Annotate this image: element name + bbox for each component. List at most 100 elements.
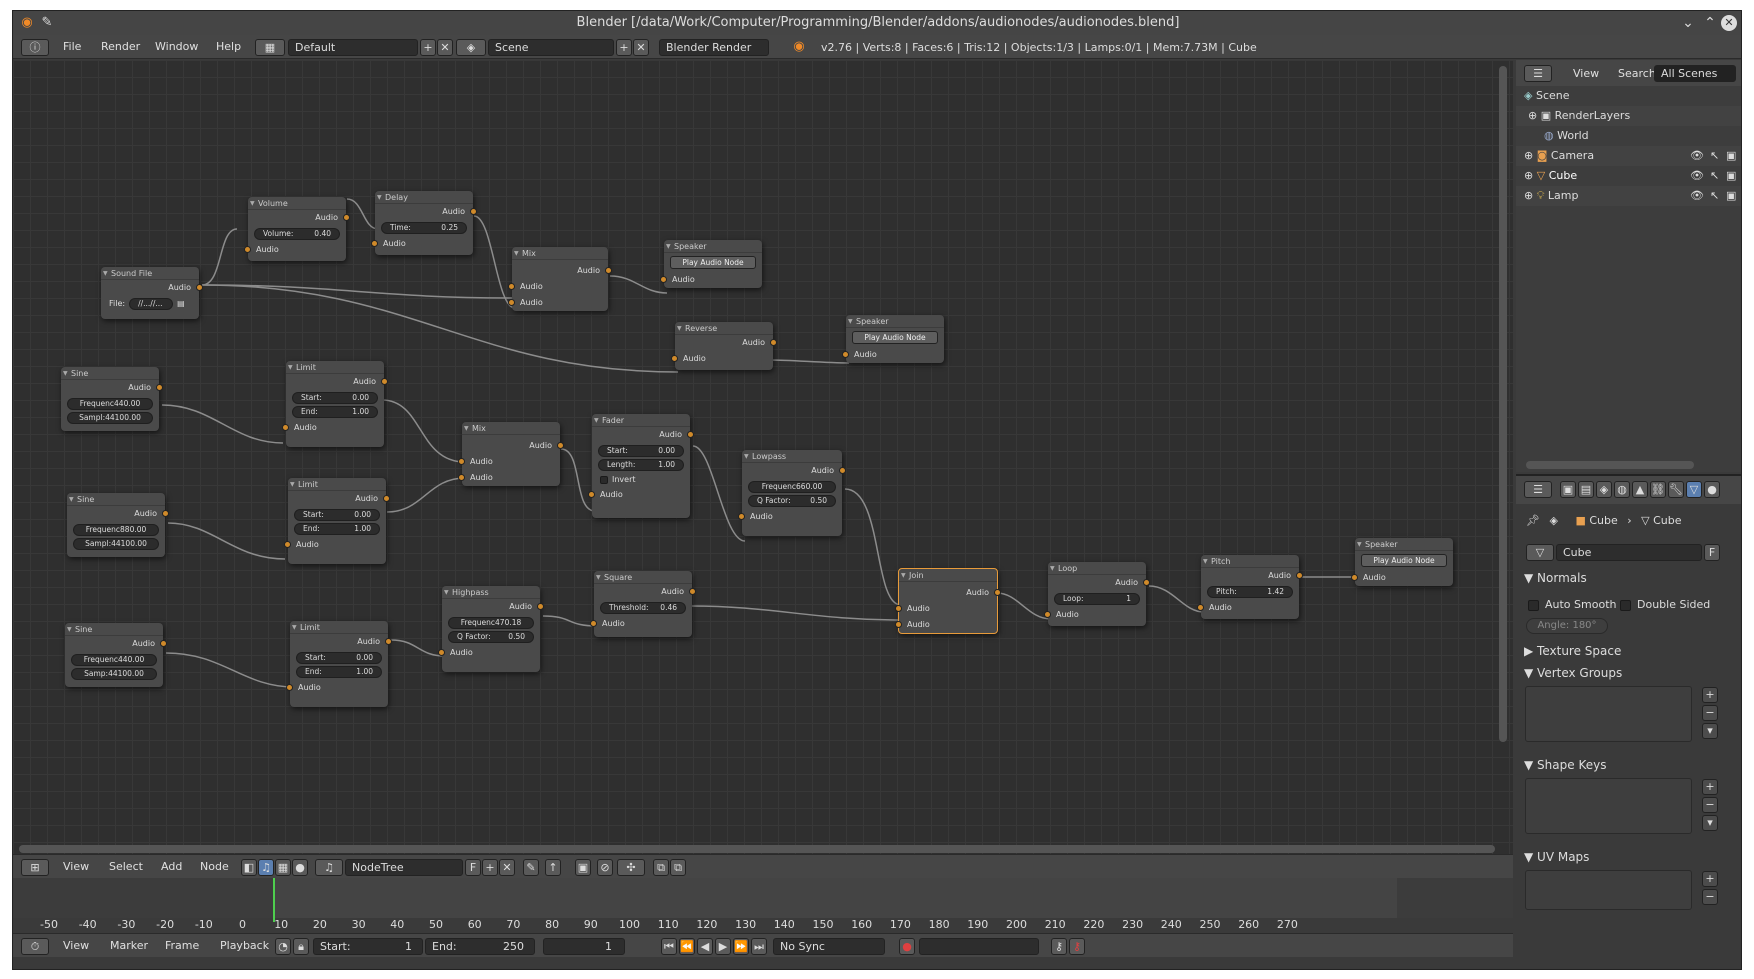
expand-icon[interactable]: ⊕	[1524, 189, 1533, 202]
node-tree-field[interactable]: NodeTree	[345, 859, 463, 876]
node-limit-3[interactable]: Limit Audio Start: 0.00 End: 1.00 Audio	[286, 621, 392, 707]
expand-icon[interactable]: ⊕	[1524, 169, 1533, 182]
node-speaker-3[interactable]: Speaker Play Audio Node Audio	[1351, 538, 1453, 586]
jump-keyframe-back-icon[interactable]: ⏪	[679, 938, 695, 955]
timeline-area[interactable]: -50 -40 -30 -20 -10 0 10 20 30 40 50 60 70 80 90 100 110…	[13, 878, 1513, 933]
node-delay[interactable]: Delay Audio Time: 0.25 Audio	[371, 191, 477, 255]
keying-set-field[interactable]	[919, 938, 1039, 955]
add-vertex-group-icon[interactable]: +	[1702, 687, 1718, 703]
shape-keys-panel-header[interactable]: ▼ Shape Keys	[1524, 758, 1606, 772]
frequency-field[interactable]: Frequenc880.00	[73, 524, 159, 536]
node-sine-2[interactable]: Sine Audio Frequenc880.00 Sampl:44100.00	[67, 493, 169, 557]
play-audio-node-button[interactable]: Play Audio Node	[670, 256, 756, 269]
menu-window[interactable]: Window	[155, 40, 198, 53]
menu-frame[interactable]: Frame	[165, 939, 199, 952]
output-socket[interactable]	[381, 378, 388, 385]
visibility-eye-icon[interactable]: 👁︎	[1690, 146, 1704, 166]
snap-icon[interactable]: ⊘	[597, 859, 613, 876]
checkbox-box[interactable]	[1620, 599, 1631, 611]
play-icon[interactable]: ▶	[715, 938, 731, 955]
render-layers-tab-icon[interactable]: ▤	[1578, 481, 1594, 498]
shader-tree-icon[interactable]: ◧	[241, 859, 257, 876]
expand-icon[interactable]: ⊕	[1528, 109, 1537, 122]
outliner-item-scene[interactable]: ◈ Scene	[1516, 86, 1741, 106]
start-frame-field[interactable]: Start: 1	[313, 938, 423, 955]
menu-help[interactable]: Help	[216, 40, 241, 53]
sample-rate-field[interactable]: Sampl:44100.00	[73, 538, 159, 550]
node-pitch[interactable]: Pitch Audio Pitch: 1.42 Audio	[1197, 555, 1303, 619]
screen-layout-icon[interactable]: ▦	[255, 39, 285, 56]
render-camera-icon[interactable]: ▣	[1726, 166, 1736, 186]
parent-tree-icon[interactable]: ↑	[545, 859, 561, 876]
render-camera-icon[interactable]: ▣	[1726, 186, 1736, 206]
input-socket[interactable]	[458, 458, 465, 465]
display-mode-dropdown[interactable]: All Scenes	[1654, 65, 1736, 82]
menu-view[interactable]: View	[63, 860, 89, 873]
preview-range-icon[interactable]: ◔	[275, 938, 291, 955]
visibility-eye-icon[interactable]: 👁︎	[1690, 166, 1704, 186]
node-square[interactable]: Square Audio Threshold: 0.46 Audio	[590, 571, 696, 637]
expand-icon[interactable]: ⊕	[1524, 149, 1533, 162]
input-socket[interactable]	[458, 474, 465, 481]
jump-keyframe-forward-icon[interactable]: ⏩	[733, 938, 749, 955]
outliner-item-renderlayers[interactable]: ⊕ ▣ RenderLayers	[1516, 106, 1741, 126]
sample-rate-field[interactable]: Sampl:44100.00	[67, 412, 153, 424]
input-socket[interactable]	[508, 299, 515, 306]
double-sided-checkbox[interactable]: Double Sided	[1620, 598, 1710, 611]
shape-keys-list[interactable]	[1525, 778, 1692, 834]
constraints-tab-icon[interactable]: ⛓︎	[1650, 481, 1666, 498]
outliner-item-camera[interactable]: ⊕ ◙ Camera 👁︎ ↖ ▣	[1516, 146, 1741, 166]
outliner-item-lamp[interactable]: ⊕ 💡︎ Lamp 👁︎ ↖ ▣	[1516, 186, 1741, 206]
visibility-eye-icon[interactable]: 👁︎	[1690, 186, 1704, 206]
input-socket[interactable]	[438, 649, 445, 656]
vertex-group-menu-icon[interactable]: ▾	[1702, 723, 1718, 739]
auto-smooth-checkbox[interactable]: Auto Smooth	[1528, 598, 1616, 611]
output-socket[interactable]	[839, 467, 846, 474]
pin-icon[interactable]: 📌︎	[1526, 514, 1540, 527]
node-speaker-2[interactable]: Speaker Play Audio Node Audio	[842, 315, 944, 363]
mesh-browse-icon[interactable]: ▽	[1526, 544, 1554, 561]
node-mix-2[interactable]: Mix Audio Audio Audio	[458, 422, 564, 486]
input-socket[interactable]	[282, 424, 289, 431]
output-socket[interactable]	[1143, 579, 1150, 586]
menu-render[interactable]: Render	[101, 40, 140, 53]
outliner-item-world[interactable]: ◍ World	[1516, 126, 1741, 146]
vertical-scrollbar[interactable]	[1499, 66, 1507, 742]
horizontal-scrollbar[interactable]	[19, 845, 1495, 853]
minimize-icon[interactable]: ⌄	[1679, 14, 1697, 32]
outliner-type-icon[interactable]: ☰	[1524, 65, 1552, 82]
input-socket[interactable]	[895, 605, 902, 612]
menu-select[interactable]: Select	[109, 860, 143, 873]
angle-field[interactable]: Angle: 180°	[1526, 618, 1608, 634]
output-socket[interactable]	[383, 495, 390, 502]
current-frame-field[interactable]: 1	[543, 938, 625, 955]
output-socket[interactable]	[687, 431, 694, 438]
normals-panel-header[interactable]: ▼ Normals	[1524, 571, 1587, 585]
node-fader[interactable]: Fader Audio Start: 0.00 Length: 1.00 Inver…	[588, 414, 694, 518]
pin-icon[interactable]: ✎	[39, 15, 55, 31]
time-field[interactable]: Time: 0.25	[381, 222, 467, 234]
copy-nodes-icon[interactable]: ⧉	[653, 859, 669, 876]
audio-tree-icon[interactable]: ♫	[258, 859, 274, 876]
node-limit-2[interactable]: Limit Audio Start: 0.00 End: 1.00 Audio	[284, 478, 390, 564]
sync-mode-dropdown[interactable]: No Sync	[773, 938, 885, 955]
output-socket[interactable]	[162, 510, 169, 517]
loop-field[interactable]: Loop: 1	[1054, 593, 1140, 605]
close-icon[interactable]: ✕	[1721, 15, 1737, 31]
fake-user-toggle[interactable]: F	[465, 859, 481, 876]
threshold-field[interactable]: Threshold: 0.46	[600, 602, 686, 614]
remove-scene-icon[interactable]: ✕	[633, 39, 649, 56]
current-frame-cursor[interactable]	[273, 878, 275, 922]
add-uv-map-icon[interactable]: +	[1702, 871, 1718, 887]
render-camera-icon[interactable]: ▣	[1726, 146, 1736, 166]
pin-tree-icon[interactable]: ✎	[523, 859, 539, 876]
menu-marker[interactable]: Marker	[110, 939, 148, 952]
menu-add[interactable]: Add	[161, 860, 182, 873]
screen-layout-field[interactable]: Default	[288, 39, 418, 56]
add-scene-icon[interactable]: +	[616, 39, 632, 56]
uv-maps-panel-header[interactable]: ▼ UV Maps	[1524, 850, 1589, 864]
node-sine-3[interactable]: Sine Audio Frequenc440.00 Samp:44100.00	[65, 623, 167, 687]
world-tab-icon[interactable]: ◍	[1614, 481, 1630, 498]
texture-tree-icon[interactable]: ▦	[275, 859, 291, 876]
end-field[interactable]: End: 1.00	[296, 666, 382, 678]
